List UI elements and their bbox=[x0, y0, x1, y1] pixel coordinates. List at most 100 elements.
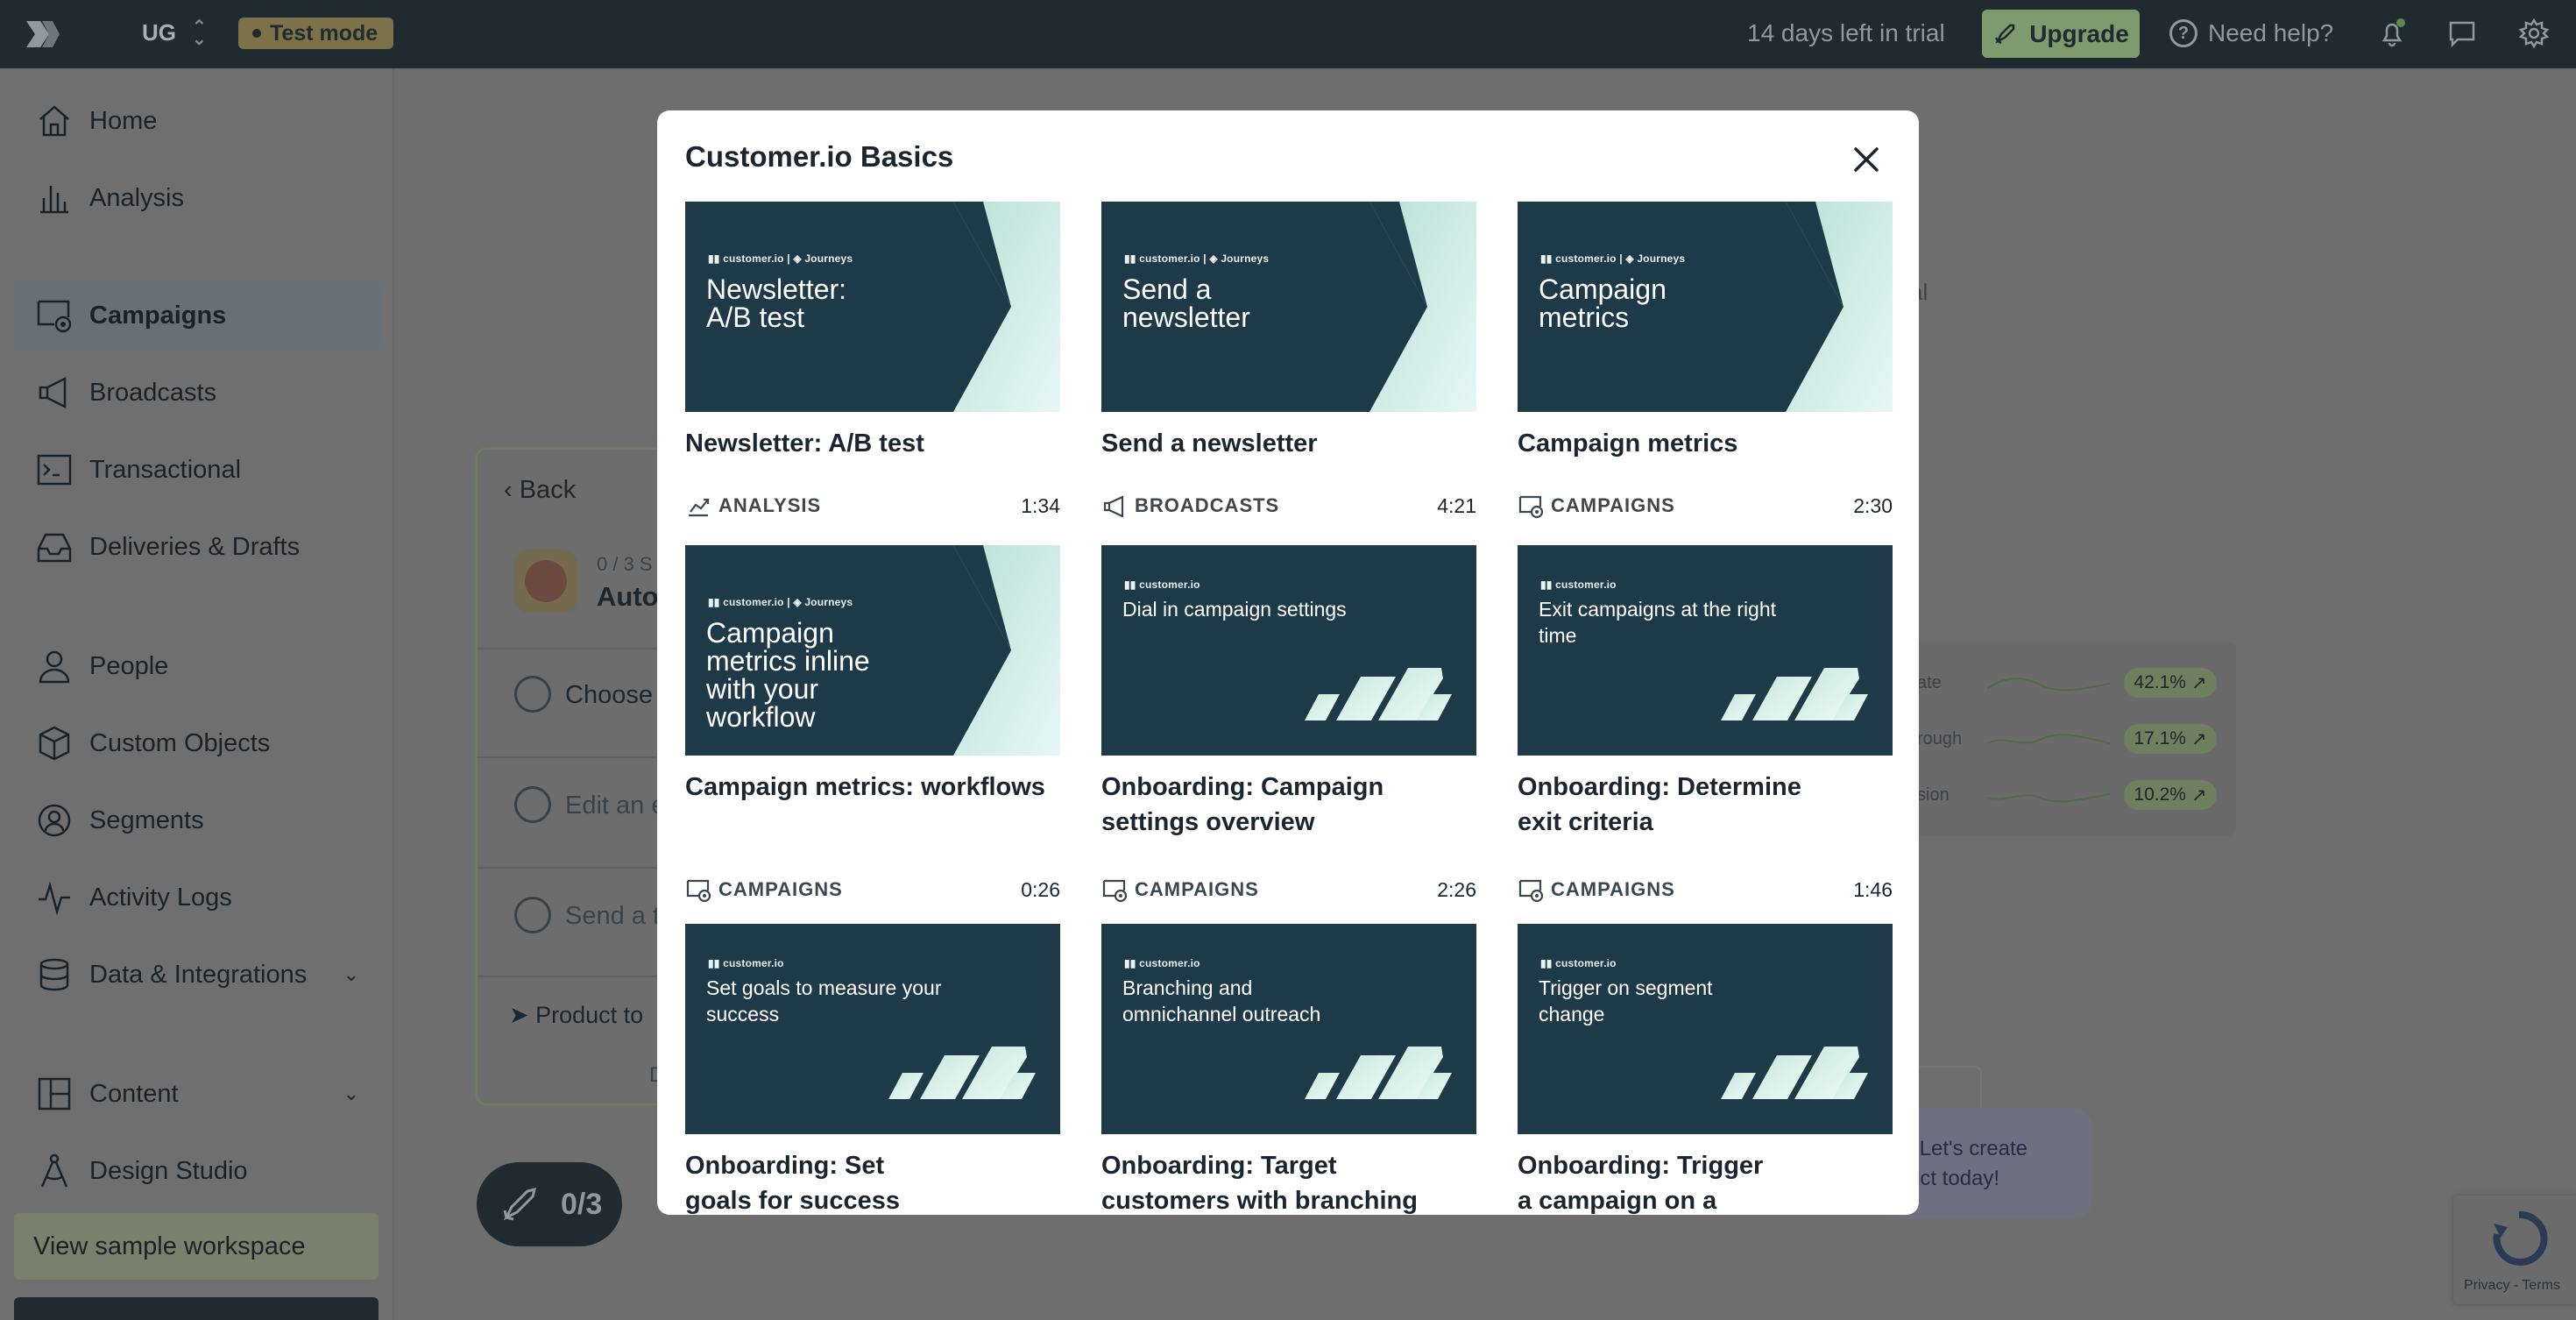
thumb-brand-text: customer.io bbox=[1139, 252, 1200, 265]
video-card[interactable]: ▮▮ customer.io Branching and omnichannel … bbox=[1101, 924, 1476, 1215]
video-title[interactable]: Campaign metrics: workflows bbox=[685, 770, 1060, 805]
thumbnail-caption: Branching and omnichannel outreach bbox=[1122, 976, 1321, 1025]
video-card[interactable]: ▮▮ customer.io | ◈ Journeys Campaign metr… bbox=[1518, 202, 1893, 570]
sidebar-item-segments[interactable]: Segments bbox=[14, 785, 380, 855]
view-sample-workspace-button[interactable]: View sample workspace bbox=[14, 1213, 379, 1280]
back-link[interactable]: ‹ Back bbox=[504, 476, 576, 505]
video-duration: 2:26 bbox=[1437, 877, 1476, 901]
sidebar-item-design-studio[interactable]: Design Studio bbox=[14, 1136, 380, 1206]
video-title[interactable]: Onboarding: Target customers with branch… bbox=[1101, 1148, 1434, 1215]
step-choose[interactable]: Choose bbox=[565, 681, 653, 710]
customerio-logo-icon[interactable] bbox=[23, 18, 61, 51]
stat-badge: 10.2% ↗ bbox=[2124, 780, 2217, 810]
sidebar-item-custom-objects[interactable]: Custom Objects bbox=[14, 708, 380, 778]
thumb-product-text: Journeys bbox=[804, 596, 853, 608]
campaigns-icon bbox=[37, 300, 72, 333]
chat-bubble-line: n! Let's create bbox=[1896, 1137, 2028, 1160]
sidebar-item-broadcasts[interactable]: Broadcasts bbox=[14, 358, 380, 428]
recaptcha-badge[interactable]: Privacy - Terms bbox=[2453, 1196, 2576, 1304]
video-title[interactable]: Onboarding: Campaign settings overview bbox=[1101, 770, 1417, 840]
step-checkbox[interactable] bbox=[514, 676, 551, 713]
thumb-brand-text: customer.io bbox=[723, 596, 784, 608]
video-card[interactable]: ▮▮ customer.io Trigger on segment change O… bbox=[1518, 924, 1893, 1215]
video-card[interactable]: ▮▮ customer.io | ◈ Journeys Newsletter: A… bbox=[685, 202, 1060, 570]
gear-icon[interactable] bbox=[2518, 18, 2550, 49]
chevron-down-icon: ⌄ bbox=[343, 1082, 359, 1104]
sidebar-item-label: Deliveries & Drafts bbox=[89, 532, 301, 561]
onboarding-card: ‹ Back 0 / 3 S Auto Choose Edit an e Sen… bbox=[475, 447, 676, 1106]
analysis-icon bbox=[689, 498, 710, 517]
video-card[interactable]: ▮▮ customer.io Exit campaigns at the righ… bbox=[1518, 545, 1893, 913]
step-checkbox[interactable] bbox=[514, 786, 551, 823]
video-meta: ANALYSIS 1:34 bbox=[685, 493, 1060, 519]
video-thumbnail[interactable]: ▮▮ customer.io Dial in campaign settings bbox=[1101, 545, 1476, 756]
thumbnail-caption: Exit campaigns at the right time bbox=[1539, 598, 1777, 647]
sidebar-item-analysis[interactable]: Analysis bbox=[14, 163, 380, 233]
video-title[interactable]: Onboarding: Determine exit criteria bbox=[1518, 770, 1833, 840]
sidebar-bottom-bar bbox=[14, 1297, 379, 1320]
video-category: CAMPAIGNS bbox=[718, 878, 843, 900]
chat-icon[interactable] bbox=[2446, 18, 2478, 49]
workspace-switcher[interactable]: UG ⌃ ⌄ bbox=[142, 18, 207, 48]
video-thumbnail[interactable]: ▮▮ customer.io | ◈ Journeys Campaign metr… bbox=[685, 545, 1060, 756]
test-mode-badge[interactable]: Test mode bbox=[238, 18, 394, 49]
video-card[interactable]: ▮▮ customer.io Dial in campaign settings O… bbox=[1101, 545, 1476, 913]
database-icon bbox=[39, 958, 69, 991]
video-thumbnail[interactable]: ▮▮ customer.io Branching and omnichannel … bbox=[1101, 924, 1476, 1134]
video-thumbnail[interactable]: ▮▮ customer.io Set goals to measure your … bbox=[685, 924, 1060, 1134]
campaigns-icon bbox=[1518, 879, 1544, 903]
video-card[interactable]: ▮▮ customer.io | ◈ Journeys Campaign metr… bbox=[685, 545, 1060, 913]
step-checkbox[interactable] bbox=[514, 897, 551, 933]
thumb-brand: ▮▮ customer.io | ◈ Journeys bbox=[1124, 252, 1269, 265]
video-category: CAMPAIGNS bbox=[1135, 878, 1259, 900]
video-title[interactable]: Campaign metrics bbox=[1518, 426, 1893, 461]
sidebar-item-activity-logs[interactable]: Activity Logs bbox=[14, 862, 380, 933]
video-title[interactable]: Onboarding: Trigger a campaign on a bbox=[1518, 1148, 1780, 1215]
thumb-brand: ▮▮ customer.io bbox=[708, 957, 784, 969]
thumb-brand-text: customer.io bbox=[1555, 578, 1617, 591]
video-card[interactable]: ▮▮ customer.io Set goals to measure your … bbox=[685, 924, 1060, 1215]
step-send[interactable]: Send a t bbox=[565, 902, 660, 931]
workspace-name: UG bbox=[142, 19, 176, 46]
sidebar-item-data-integrations[interactable]: Data & Integrations ⌄ bbox=[14, 940, 380, 1010]
sparkline-icon bbox=[1987, 793, 2110, 803]
step-edit[interactable]: Edit an e bbox=[565, 791, 665, 820]
need-help-button[interactable]: ? Need help? bbox=[2169, 19, 2333, 47]
video-thumbnail[interactable]: ▮▮ customer.io | ◈ Journeys Send a newsle… bbox=[1101, 202, 1476, 412]
chat-bubble-line: ect today! bbox=[1908, 1167, 2000, 1190]
video-card[interactable]: ▮▮ customer.io | ◈ Journeys Send a newsle… bbox=[1101, 202, 1476, 570]
video-title[interactable]: Newsletter: A/B test bbox=[685, 426, 1060, 461]
sidebar-item-label: Analysis bbox=[89, 183, 184, 212]
sidebar-item-deliveries[interactable]: Deliveries & Drafts bbox=[14, 512, 380, 582]
thumb-brand-text: customer.io bbox=[723, 957, 784, 969]
onboarding-progress-button[interactable]: 0/3 bbox=[477, 1162, 622, 1246]
sparkline-icon bbox=[1987, 678, 2110, 692]
close-icon[interactable] bbox=[1847, 140, 1886, 179]
sidebar-item-campaigns[interactable]: Campaigns bbox=[14, 280, 380, 351]
brand-mark-icon: ▮▮ bbox=[1124, 578, 1140, 591]
video-title[interactable]: Send a newsletter bbox=[1101, 426, 1476, 461]
video-thumbnail[interactable]: ▮▮ customer.io | ◈ Journeys Newsletter: A… bbox=[685, 202, 1060, 412]
thumb-product-text: Journeys bbox=[804, 252, 853, 265]
sidebar-item-home[interactable]: Home bbox=[14, 86, 380, 156]
video-meta: BROADCASTS 4:21 bbox=[1101, 493, 1476, 519]
upgrade-button[interactable]: Upgrade bbox=[1982, 10, 2140, 58]
video-title[interactable]: Onboarding: Set goals for success bbox=[685, 1148, 913, 1215]
home-icon bbox=[39, 105, 69, 137]
back-label: Back bbox=[519, 476, 577, 504]
sidebar-item-people[interactable]: People bbox=[14, 631, 380, 701]
video-thumbnail[interactable]: ▮▮ customer.io Trigger on segment change bbox=[1518, 924, 1893, 1134]
blocks-graphic-icon bbox=[888, 1047, 1036, 1099]
layout-icon bbox=[38, 1077, 71, 1111]
bell-icon[interactable] bbox=[2376, 18, 2408, 49]
product-tour-link[interactable]: ➤ Product to bbox=[509, 1002, 643, 1029]
cube-icon bbox=[39, 726, 70, 761]
sidebar-item-transactional[interactable]: Transactional bbox=[14, 435, 380, 505]
video-duration: 4:21 bbox=[1437, 493, 1476, 517]
video-thumbnail[interactable]: ▮▮ customer.io | ◈ Journeys Campaign metr… bbox=[1518, 202, 1893, 412]
sidebar-item-label: Broadcasts bbox=[89, 378, 217, 407]
video-thumbnail[interactable]: ▮▮ customer.io Exit campaigns at the righ… bbox=[1518, 545, 1893, 756]
arrow-up-right-icon: ↗ bbox=[2190, 672, 2207, 693]
recaptcha-terms[interactable]: Privacy - Terms bbox=[2464, 1278, 2560, 1294]
sidebar-item-content[interactable]: Content ⌄ bbox=[14, 1059, 380, 1129]
